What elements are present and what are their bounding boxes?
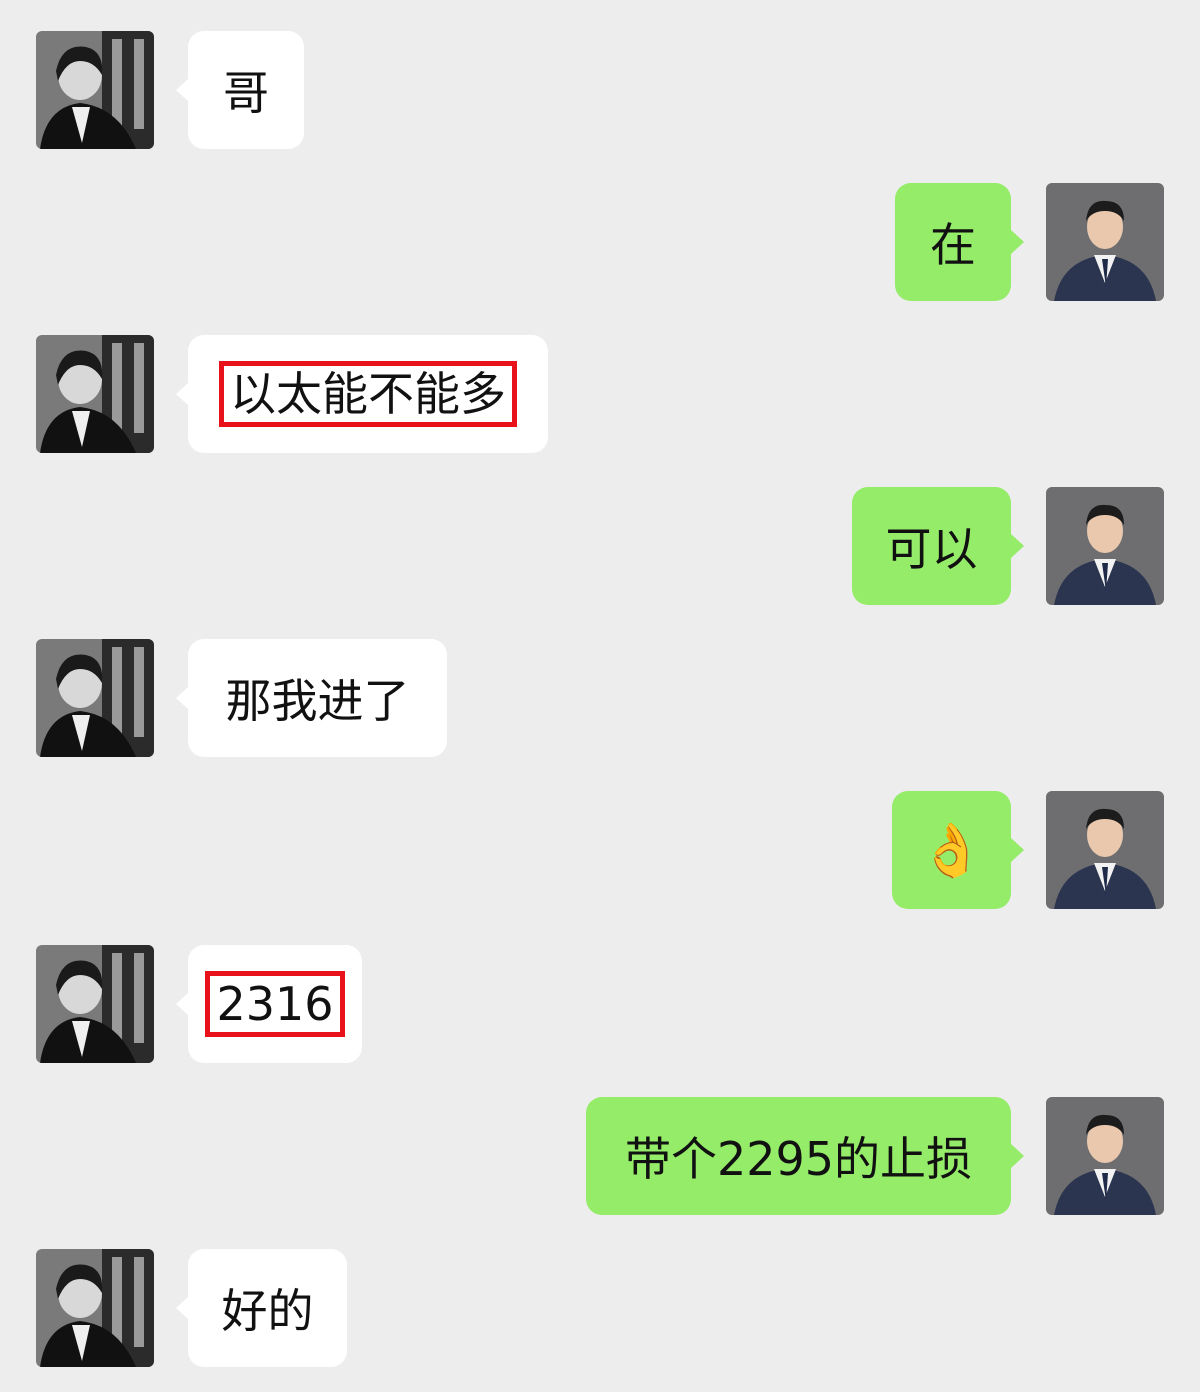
bubble-tail	[1011, 534, 1024, 558]
contact-avatar[interactable]	[36, 1249, 154, 1367]
message-row-incoming: 那我进了	[0, 639, 1200, 757]
my-avatar[interactable]	[1046, 183, 1164, 301]
message-text-highlighted: 2316	[205, 971, 345, 1037]
message-row-incoming: 以太能不能多	[0, 335, 1200, 453]
message-text: 哥	[223, 66, 269, 120]
message-text-highlighted: 以太能不能多	[219, 361, 517, 427]
message-row-incoming: 2316	[0, 945, 1200, 1063]
contact-avatar[interactable]	[36, 945, 154, 1063]
message-row-incoming: 哥	[0, 31, 1200, 149]
my-avatar[interactable]	[1046, 791, 1164, 909]
ok-hand-emoji: 👌	[919, 820, 984, 881]
message-row-outgoing: 带个2295的止损	[0, 1097, 1200, 1215]
message-text: 可以	[885, 522, 978, 576]
message-bubble[interactable]: 可以	[852, 487, 1011, 605]
message-text: 那我进了	[225, 674, 410, 728]
bubble-tail	[1011, 230, 1024, 254]
message-bubble[interactable]: 好的	[188, 1249, 347, 1367]
message-bubble[interactable]: 在	[895, 183, 1011, 301]
message-row-outgoing: 👌	[0, 791, 1200, 909]
bubble-tail	[1011, 1144, 1024, 1168]
message-row-outgoing: 可以	[0, 487, 1200, 605]
my-avatar[interactable]	[1046, 487, 1164, 605]
message-bubble[interactable]: 👌	[892, 791, 1011, 909]
contact-avatar[interactable]	[36, 31, 154, 149]
contact-avatar[interactable]	[36, 639, 154, 757]
message-row-outgoing: 在	[0, 183, 1200, 301]
message-bubble[interactable]: 哥	[188, 31, 304, 149]
my-avatar[interactable]	[1046, 1097, 1164, 1215]
message-bubble[interactable]: 带个2295的止损	[586, 1097, 1011, 1215]
message-text: 好的	[221, 1284, 314, 1338]
bubble-tail	[1011, 838, 1024, 862]
message-bubble[interactable]: 2316	[188, 945, 362, 1063]
message-text: 带个2295的止损	[624, 1132, 973, 1186]
message-bubble[interactable]: 那我进了	[188, 639, 447, 757]
message-row-incoming: 好的	[0, 1249, 1200, 1367]
contact-avatar[interactable]	[36, 335, 154, 453]
message-text: 在	[930, 218, 976, 272]
message-bubble[interactable]: 以太能不能多	[188, 335, 548, 453]
chat-message-list: 哥 在 以太能不能多 可以 那我进了 👌 2316 带个2295的止损 好的	[0, 0, 1200, 1392]
